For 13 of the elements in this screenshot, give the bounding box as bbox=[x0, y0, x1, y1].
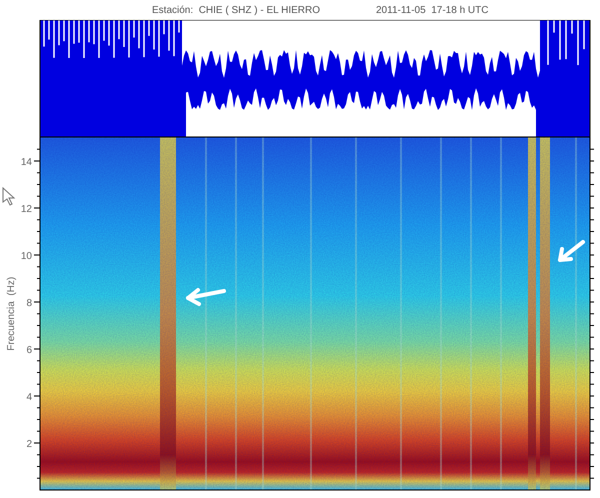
date-time-title: 2011-11-05 17-18 h UTC bbox=[376, 4, 488, 16]
tick-label: 2 bbox=[26, 439, 32, 450]
tick-label: 6 bbox=[26, 345, 32, 356]
tick-label: 12 bbox=[20, 204, 32, 215]
station-title: Estación: CHIE ( SHZ ) - EL HIERRO bbox=[152, 4, 320, 16]
axis-label: Frecuencia (Hz) bbox=[6, 276, 17, 351]
tick-label: 4 bbox=[26, 392, 32, 403]
tick-label: 8 bbox=[26, 298, 32, 309]
tick-label: 10 bbox=[20, 251, 32, 262]
tick-label: 14 bbox=[20, 157, 32, 168]
cursor-icon bbox=[2, 186, 16, 206]
arrow-icon bbox=[558, 240, 585, 262]
arrow-icon bbox=[186, 288, 226, 306]
